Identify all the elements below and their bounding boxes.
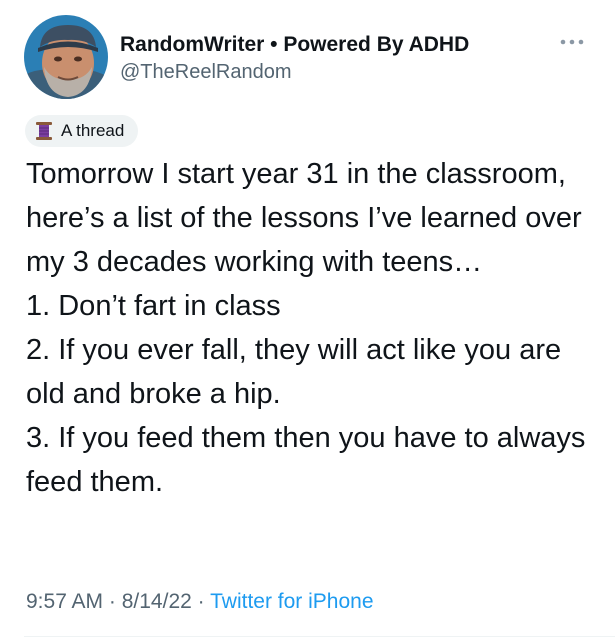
user-header: RandomWriter • Powered By ADHD @TheReelR… (120, 32, 469, 84)
avatar[interactable] (24, 15, 108, 99)
tweet-time[interactable]: 9:57 AM (26, 590, 103, 613)
more-options-icon (560, 39, 584, 45)
name-suffix[interactable]: Powered By ADHD (283, 33, 469, 56)
profile-photo-icon (24, 15, 108, 99)
tweet-source-link[interactable]: Twitter for iPhone (210, 590, 373, 613)
display-name[interactable]: RandomWriter (120, 33, 264, 56)
spool-of-thread-icon (35, 121, 53, 141)
divider (24, 636, 615, 637)
tweet-card: RandomWriter • Powered By ADHD @TheReelR… (0, 0, 615, 640)
meta-separator: · (103, 590, 122, 613)
meta-separator: · (191, 590, 211, 613)
thread-badge[interactable]: A thread (25, 115, 139, 147)
user-handle[interactable]: @TheReelRandom (120, 60, 469, 84)
display-name-line: RandomWriter • Powered By ADHD (120, 32, 469, 58)
thread-badge-label: A thread (61, 121, 125, 140)
tweet-date[interactable]: 8/14/22 (122, 590, 192, 613)
tweet-text: Tomorrow I start year 31 in the classroo… (26, 158, 586, 498)
name-separator: • (264, 33, 284, 56)
tweet-metadata: 9:57 AM · 8/14/22 · Twitter for iPhone (26, 588, 374, 616)
more-options-button[interactable] (557, 34, 587, 50)
